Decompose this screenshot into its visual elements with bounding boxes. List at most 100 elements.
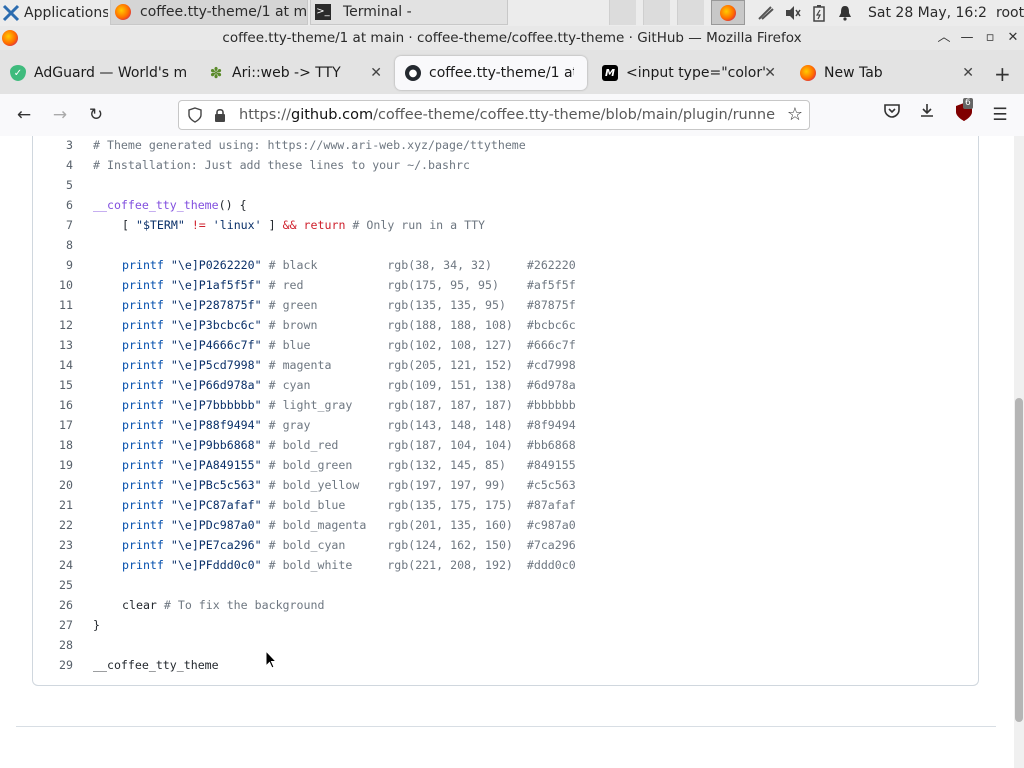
line-number[interactable]: 13: [33, 335, 73, 355]
pocket-icon[interactable]: [879, 102, 905, 128]
code-text: printf "\e]PDc987a0" # bold_magenta rgb(…: [122, 515, 576, 535]
workspace-3[interactable]: [677, 0, 704, 25]
url-scheme: https://: [239, 107, 291, 123]
scrollbar-thumb[interactable]: [1015, 398, 1023, 722]
line-number[interactable]: 18: [33, 435, 73, 455]
tab-ariweb[interactable]: ✽ Ari::web -> TTY ✕: [198, 56, 390, 90]
shield-icon[interactable]: [187, 107, 203, 127]
line-number[interactable]: 26: [33, 595, 73, 615]
workspace-2[interactable]: [643, 0, 670, 25]
line-number[interactable]: 8: [33, 235, 73, 255]
line-number[interactable]: 10: [33, 275, 73, 295]
code-token: "\e]P66d978a": [170, 378, 262, 392]
window-minimize-button[interactable]: —: [958, 29, 976, 47]
footer-divider: [16, 726, 996, 727]
code-text: [ "$TERM" != 'linux' ] && return # Only …: [122, 215, 485, 235]
line-number[interactable]: 15: [33, 375, 73, 395]
code-token: clear: [122, 598, 157, 612]
clock[interactable]: Sat 28 May, 16:20: [868, 0, 986, 25]
code-token: # bold_green rgb(132, 145, 85) #849155: [268, 458, 576, 472]
new-tab-plus-icon[interactable]: +: [994, 62, 1011, 86]
url-text[interactable]: https://github.com/coffee-theme/coffee.t…: [239, 107, 775, 123]
code-text: printf "\e]P3bcbc6c" # brown rgb(188, 18…: [122, 315, 576, 335]
line-number[interactable]: 25: [33, 575, 73, 595]
line-number[interactable]: 27: [33, 615, 73, 635]
code-token: # light_gray rgb(187, 187, 187) #bbbbbb: [268, 398, 576, 412]
line-number[interactable]: 19: [33, 455, 73, 475]
tab-mdn[interactable]: M <input type="color" ✕: [592, 56, 784, 90]
code-token: "\e]PA849155": [170, 458, 262, 472]
task-firefox[interactable]: coffee.tty-theme/1 at m...: [110, 0, 308, 25]
forward-arrow-icon[interactable]: →: [47, 102, 73, 128]
bookmark-star-icon[interactable]: ☆: [787, 104, 803, 125]
notification-bell-icon[interactable]: [835, 0, 855, 25]
back-arrow-icon[interactable]: ←: [11, 102, 37, 128]
url-bar[interactable]: https://github.com/coffee-theme/coffee.t…: [178, 100, 810, 130]
code-token: printf: [122, 458, 164, 472]
workspace-1[interactable]: [609, 0, 636, 25]
code-token: printf: [122, 258, 164, 272]
line-number[interactable]: 12: [33, 315, 73, 335]
code-line: 3 # Theme generated using: https://www.ar…: [33, 136, 973, 155]
code-text: clear # To fix the background: [122, 595, 324, 615]
network-icon[interactable]: [755, 0, 777, 25]
line-number[interactable]: 5: [33, 175, 73, 195]
code-line: 13 printf "\e]P4666c7f" # blue rgb(102, 1…: [33, 335, 973, 355]
code-token: printf: [122, 278, 164, 292]
code-token: # To fix the background: [156, 598, 325, 612]
line-number[interactable]: 22: [33, 515, 73, 535]
page-content: 2 3# Theme generated using: https://www.…: [0, 136, 1014, 768]
tab-new-tab[interactable]: New Tab ✕: [790, 56, 982, 90]
tab-adguard[interactable]: ✓ AdGuard — World's m: [0, 56, 192, 90]
line-number[interactable]: 14: [33, 355, 73, 375]
code-token: printf: [122, 558, 164, 572]
line-number[interactable]: 20: [33, 475, 73, 495]
window-close-button[interactable]: ✕: [1004, 29, 1022, 47]
user-name[interactable]: root: [996, 0, 1024, 25]
line-number[interactable]: 17: [33, 415, 73, 435]
code-token: return: [296, 218, 346, 232]
line-number[interactable]: 21: [33, 495, 73, 515]
battery-icon[interactable]: [809, 0, 829, 25]
lock-icon[interactable]: [213, 107, 227, 127]
ublock-origin-icon[interactable]: 6: [951, 98, 977, 128]
applications-menu[interactable]: Applications ⋮: [0, 0, 108, 25]
line-number[interactable]: 16: [33, 395, 73, 415]
line-number[interactable]: 9: [33, 255, 73, 275]
line-number[interactable]: 28: [33, 635, 73, 655]
line-number[interactable]: 24: [33, 555, 73, 575]
line-number[interactable]: 29: [33, 655, 73, 675]
window-shade-button[interactable]: ︿: [935, 29, 953, 47]
window-titlebar[interactable]: coffee.tty-theme/1 at main · coffee-them…: [0, 26, 1024, 50]
window-maximize-button[interactable]: ▫: [981, 29, 999, 47]
code-token: # bold_white rgb(221, 208, 192) #ddd0c0: [268, 558, 576, 572]
vertical-scrollbar[interactable]: [1014, 136, 1024, 768]
code-token: printf: [122, 358, 164, 372]
tab-github[interactable]: ● coffee.tty-theme/1 at: [395, 56, 587, 90]
code-token: printf: [122, 478, 164, 492]
tray-firefox[interactable]: [711, 0, 745, 25]
hamburger-menu-icon[interactable]: ☰: [987, 102, 1013, 128]
task-terminal[interactable]: >_ Terminal -: [310, 0, 508, 25]
code-token: printf: [122, 338, 164, 352]
line-number[interactable]: 3: [33, 136, 73, 155]
close-tab-icon[interactable]: ✕: [764, 65, 776, 81]
close-tab-icon[interactable]: ✕: [962, 65, 974, 81]
line-number[interactable]: 6: [33, 195, 73, 215]
line-number[interactable]: 11: [33, 295, 73, 315]
close-tab-icon[interactable]: ✕: [370, 65, 382, 81]
xfce-icon: [2, 4, 20, 22]
mouse-cursor-icon: [265, 649, 278, 673]
code-token: &&: [282, 218, 297, 232]
line-number[interactable]: 4: [33, 155, 73, 175]
line-number[interactable]: 7: [33, 215, 73, 235]
adguard-icon: ✓: [10, 65, 26, 81]
downloads-icon[interactable]: [914, 102, 940, 128]
volume-icon[interactable]: [783, 0, 803, 25]
code-line: 26 clear # To fix the background: [33, 595, 973, 615]
code-token: # blue rgb(102, 108, 127) #666c7f: [268, 338, 576, 352]
line-number[interactable]: 23: [33, 535, 73, 555]
code-line: 19 printf "\e]PA849155" # bold_green rgb(…: [33, 455, 973, 475]
reload-icon[interactable]: ↻: [83, 102, 109, 128]
code-token: "\e]P7bbbbbb": [170, 398, 262, 412]
